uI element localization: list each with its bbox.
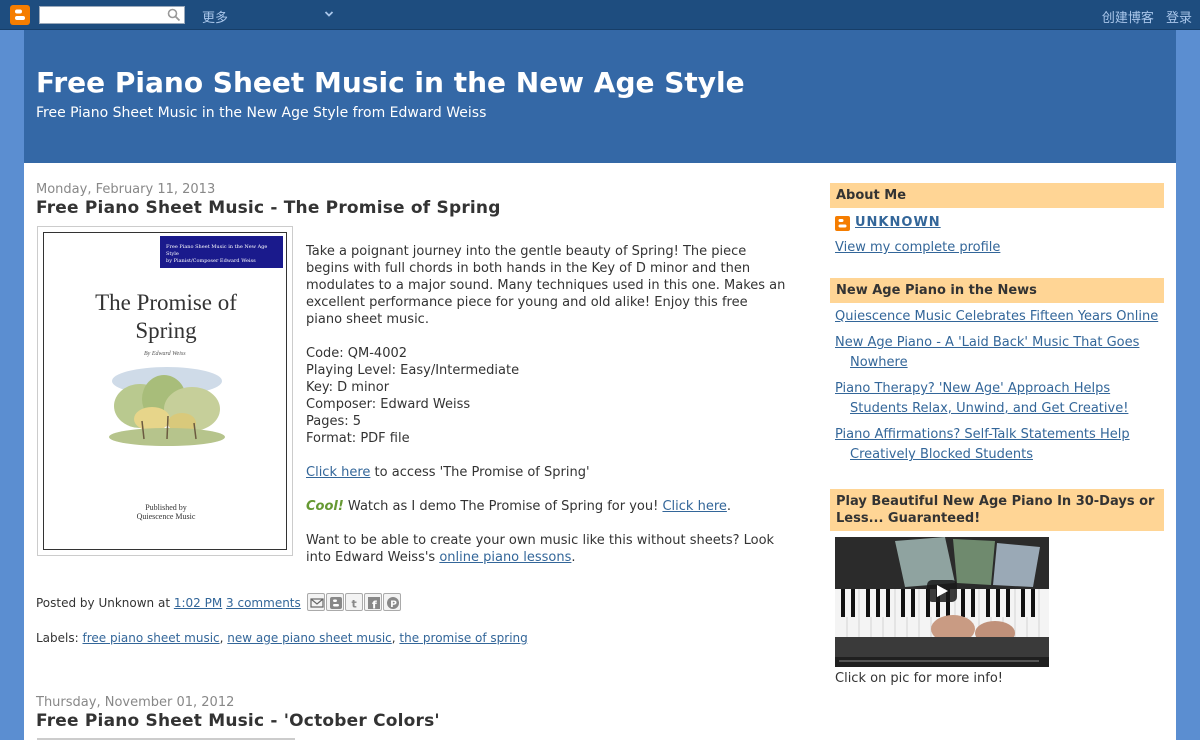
access-paragraph: Click here to access 'The Promise of Spr… [306, 464, 786, 481]
post-title[interactable]: Free Piano Sheet Music - The Promise of … [36, 198, 501, 218]
list-item: New Age Piano - A 'Laid Back' Music That… [835, 333, 1159, 373]
news-link[interactable]: Piano Therapy? 'New Age' Approach Helps … [835, 381, 1128, 416]
list-item: Quiescence Music Celebrates Fifteen Year… [835, 307, 1159, 327]
view-profile-link[interactable]: View my complete profile [835, 240, 1000, 255]
navbar-more-menu[interactable]: 更多 [202, 7, 228, 26]
twitter-icon[interactable]: t [345, 593, 363, 611]
blogger-icon[interactable] [10, 5, 30, 25]
posted-by-text: Posted by Unknown at [36, 596, 174, 610]
cover-author: By Edward Weiss [144, 351, 186, 357]
spec-line: Composer: Edward Weiss [306, 397, 471, 412]
cover-page: Free Piano Sheet Music in the New Age St… [43, 232, 287, 550]
post-title[interactable]: Free Piano Sheet Music - 'October Colors… [36, 711, 440, 731]
blogger-profile-icon [835, 216, 850, 231]
navbar-search-input[interactable] [40, 7, 164, 23]
news-link[interactable]: New Age Piano - A 'Laid Back' Music That… [835, 335, 1139, 370]
label-link[interactable]: new age piano sheet music [227, 631, 391, 645]
online-lessons-link[interactable]: online piano lessons [439, 550, 571, 565]
sidebar: About Me UNKNOWN View my complete profil… [830, 183, 1164, 686]
facebook-icon[interactable]: f [364, 593, 382, 611]
post-intro: Take a poignant journey into the gentle … [306, 244, 786, 327]
spec-line: Code: QM-4002 [306, 346, 408, 361]
comments-link[interactable]: 3 comments [226, 596, 301, 610]
widget-body: UNKNOWN View my complete profile [830, 208, 1164, 255]
access-link[interactable]: Click here [306, 465, 370, 480]
cover-publisher-line: Quiescence Music [136, 512, 196, 521]
post-date: Monday, February 11, 2013 [36, 182, 216, 197]
svg-text:f: f [372, 599, 377, 611]
widget-title: New Age Piano in the News [830, 278, 1164, 303]
spring-trees-illustration [109, 367, 225, 446]
list-item: Piano Affirmations? Self-Talk Statements… [835, 425, 1159, 465]
cool-label: Cool! [306, 499, 344, 514]
demo-end: . [726, 499, 732, 514]
access-text: to access 'The Promise of Spring' [370, 465, 590, 480]
spec-line: Key: D minor [306, 380, 390, 395]
chevron-down-icon[interactable] [324, 8, 334, 23]
cover-title: The Promise of Spring [44, 289, 286, 345]
search-icon[interactable] [167, 8, 181, 26]
svg-text:P: P [390, 600, 397, 610]
content-area: Monday, February 11, 2013 Free Piano She… [24, 163, 1176, 740]
blog-header: Free Piano Sheet Music in the New Age St… [24, 30, 1176, 163]
widget-title: Play Beautiful New Age Piano In 30-Days … [830, 489, 1164, 531]
lessons-paragraph: Want to be able to create your own music… [306, 532, 786, 566]
cover-publisher: Published by Quiescence Music [44, 503, 286, 521]
cover-header-band: Free Piano Sheet Music in the New Age St… [160, 236, 283, 268]
widget-title: About Me [830, 183, 1164, 208]
blog-title[interactable]: Free Piano Sheet Music in the New Age St… [36, 66, 745, 99]
news-link[interactable]: Piano Affirmations? Self-Talk Statements… [835, 427, 1130, 462]
cover-publisher-line: Published by [145, 503, 187, 512]
cover-title-line: The Promise of [95, 290, 237, 315]
post-timestamp-link[interactable]: 1:02 PM [174, 596, 222, 610]
share-buttons: t f P [307, 593, 402, 613]
post-body: Take a poignant journey into the gentle … [306, 243, 786, 583]
labels-prefix: Labels: [36, 631, 83, 645]
create-blog-link[interactable]: 创建博客 [1102, 11, 1154, 26]
piano-video-thumbnail[interactable] [835, 537, 1049, 667]
news-link-list: Quiescence Music Celebrates Fifteen Year… [835, 307, 1159, 465]
widget-body: Quiescence Music Celebrates Fifteen Year… [830, 303, 1164, 465]
email-icon[interactable] [307, 593, 325, 611]
spec-line: Format: PDF file [306, 431, 410, 446]
pinterest-icon[interactable]: P [383, 593, 401, 611]
blogthis-icon[interactable] [326, 593, 344, 611]
cover-band-text: Free Piano Sheet Music in the New Age St… [166, 244, 268, 257]
video-caption: Click on pic for more info! [835, 671, 1003, 686]
svg-text:t: t [352, 598, 357, 611]
post-labels: Labels: free piano sheet music, new age … [36, 631, 528, 645]
demo-paragraph: Cool! Watch as I demo The Promise of Spr… [306, 498, 786, 515]
sign-in-link[interactable]: 登录 [1166, 11, 1192, 26]
post-date: Thursday, November 01, 2012 [36, 695, 235, 710]
demo-text: Watch as I demo The Promise of Spring fo… [343, 499, 663, 514]
blogger-navbar: 更多 创建博客 登录 [0, 0, 1200, 30]
label-link[interactable]: the promise of spring [399, 631, 527, 645]
demo-link[interactable]: Click here [662, 499, 726, 514]
label-link[interactable]: free piano sheet music [82, 631, 219, 645]
navbar-search-box [39, 6, 185, 24]
video-frame-illustration [835, 537, 1049, 667]
piece-specs: Code: QM-4002 Playing Level: Easy/Interm… [306, 345, 786, 447]
news-link[interactable]: Quiescence Music Celebrates Fifteen Year… [835, 309, 1158, 324]
navbar-right-links: 创建博客 登录 [1094, 7, 1192, 26]
spec-line: Pages: 5 [306, 414, 362, 429]
lessons-end: . [571, 550, 576, 565]
list-item: Piano Therapy? 'New Age' Approach Helps … [835, 379, 1159, 419]
cover-band-text: by Pianist/Composer Edward Weiss [166, 258, 256, 264]
blog-description: Free Piano Sheet Music in the New Age St… [36, 105, 487, 121]
news-widget: New Age Piano in the News Quiescence Mus… [830, 278, 1164, 465]
widget-body: Click on pic for more info! [830, 531, 1164, 686]
profile-row: UNKNOWN [835, 214, 1159, 234]
about-me-widget: About Me UNKNOWN View my complete profil… [830, 183, 1164, 255]
post-footer: Posted by Unknown at 1:02 PM 3 comments [36, 596, 301, 610]
promo-widget: Play Beautiful New Age Piano In 30-Days … [830, 489, 1164, 686]
cover-title-line: Spring [135, 318, 197, 343]
spec-line: Playing Level: Easy/Intermediate [306, 363, 520, 378]
sheet-music-cover-image[interactable]: Free Piano Sheet Music in the New Age St… [37, 226, 293, 556]
profile-name-link[interactable]: UNKNOWN [855, 215, 941, 230]
